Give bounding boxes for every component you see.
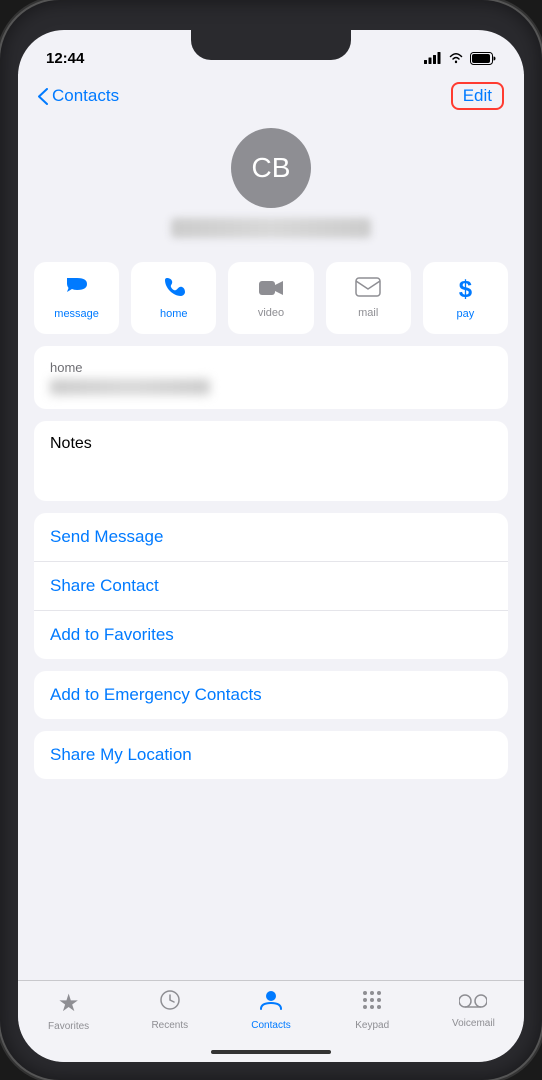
battery-icon bbox=[470, 52, 496, 65]
phone-screen: 12:44 bbox=[18, 30, 524, 1062]
home-info-section: home bbox=[34, 346, 508, 409]
mail-icon bbox=[355, 277, 381, 303]
action-btn-video[interactable]: video bbox=[228, 262, 313, 334]
phone-number-blurred bbox=[50, 379, 210, 395]
action-btn-pay[interactable]: $ pay bbox=[423, 262, 508, 334]
action-list-3: Share My Location bbox=[34, 731, 508, 779]
tab-favorites[interactable]: ★ Favorites bbox=[18, 989, 119, 1032]
action-buttons: message home bbox=[18, 262, 524, 346]
wifi-icon bbox=[448, 52, 464, 64]
notes-label: Notes bbox=[50, 435, 492, 453]
contact-header: CB bbox=[18, 118, 524, 262]
pay-icon: $ bbox=[459, 276, 472, 304]
nav-bar: Contacts Edit bbox=[18, 74, 524, 118]
edit-button[interactable]: Edit bbox=[451, 82, 504, 110]
share-location-item[interactable]: Share My Location bbox=[34, 731, 508, 779]
tab-voicemail[interactable]: Voicemail bbox=[423, 989, 524, 1029]
share-contact-item[interactable]: Share Contact bbox=[34, 562, 508, 611]
action-btn-home[interactable]: home bbox=[131, 262, 216, 334]
keypad-icon bbox=[361, 989, 383, 1017]
video-label: video bbox=[258, 307, 284, 319]
message-label: message bbox=[54, 308, 99, 320]
tab-recents[interactable]: Recents bbox=[119, 989, 220, 1031]
action-btn-message[interactable]: message bbox=[34, 262, 119, 334]
home-indicator bbox=[211, 1050, 331, 1054]
action-btn-mail[interactable]: mail bbox=[326, 262, 411, 334]
tab-keypad[interactable]: Keypad bbox=[322, 989, 423, 1031]
contacts-icon bbox=[259, 989, 283, 1017]
message-icon bbox=[65, 276, 89, 304]
avatar: CB bbox=[231, 128, 311, 208]
recents-label: Recents bbox=[151, 1020, 188, 1031]
nav-back-label: Contacts bbox=[52, 86, 119, 106]
keypad-label: Keypad bbox=[355, 1020, 389, 1031]
signal-icon bbox=[424, 52, 442, 64]
voicemail-icon bbox=[459, 989, 487, 1015]
nav-back-button[interactable]: Contacts bbox=[38, 86, 119, 106]
add-emergency-item[interactable]: Add to Emergency Contacts bbox=[34, 671, 508, 719]
home-call-label: home bbox=[160, 308, 188, 320]
notch bbox=[191, 30, 351, 60]
video-icon bbox=[258, 277, 284, 303]
recents-icon bbox=[159, 989, 181, 1017]
status-time: 12:44 bbox=[46, 50, 84, 67]
contact-name-blurred bbox=[171, 218, 371, 238]
scroll-content[interactable]: CB message bbox=[18, 118, 524, 972]
contacts-label: Contacts bbox=[251, 1020, 290, 1031]
pay-label: pay bbox=[457, 308, 475, 320]
add-favorites-item[interactable]: Add to Favorites bbox=[34, 611, 508, 659]
status-icons bbox=[424, 52, 496, 65]
action-list-1: Send Message Share Contact Add to Favori… bbox=[34, 513, 508, 659]
chevron-left-icon bbox=[38, 88, 48, 105]
phone-icon bbox=[163, 276, 185, 304]
phone-frame: 12:44 bbox=[0, 0, 542, 1080]
send-message-item[interactable]: Send Message bbox=[34, 513, 508, 562]
favorites-icon: ★ bbox=[58, 989, 80, 1018]
tab-contacts[interactable]: Contacts bbox=[220, 989, 321, 1031]
favorites-label: Favorites bbox=[48, 1021, 89, 1032]
action-list-2: Add to Emergency Contacts bbox=[34, 671, 508, 719]
mail-label: mail bbox=[358, 307, 378, 319]
voicemail-label: Voicemail bbox=[452, 1018, 495, 1029]
notes-section: Notes bbox=[34, 421, 508, 501]
home-field-label: home bbox=[50, 360, 492, 375]
